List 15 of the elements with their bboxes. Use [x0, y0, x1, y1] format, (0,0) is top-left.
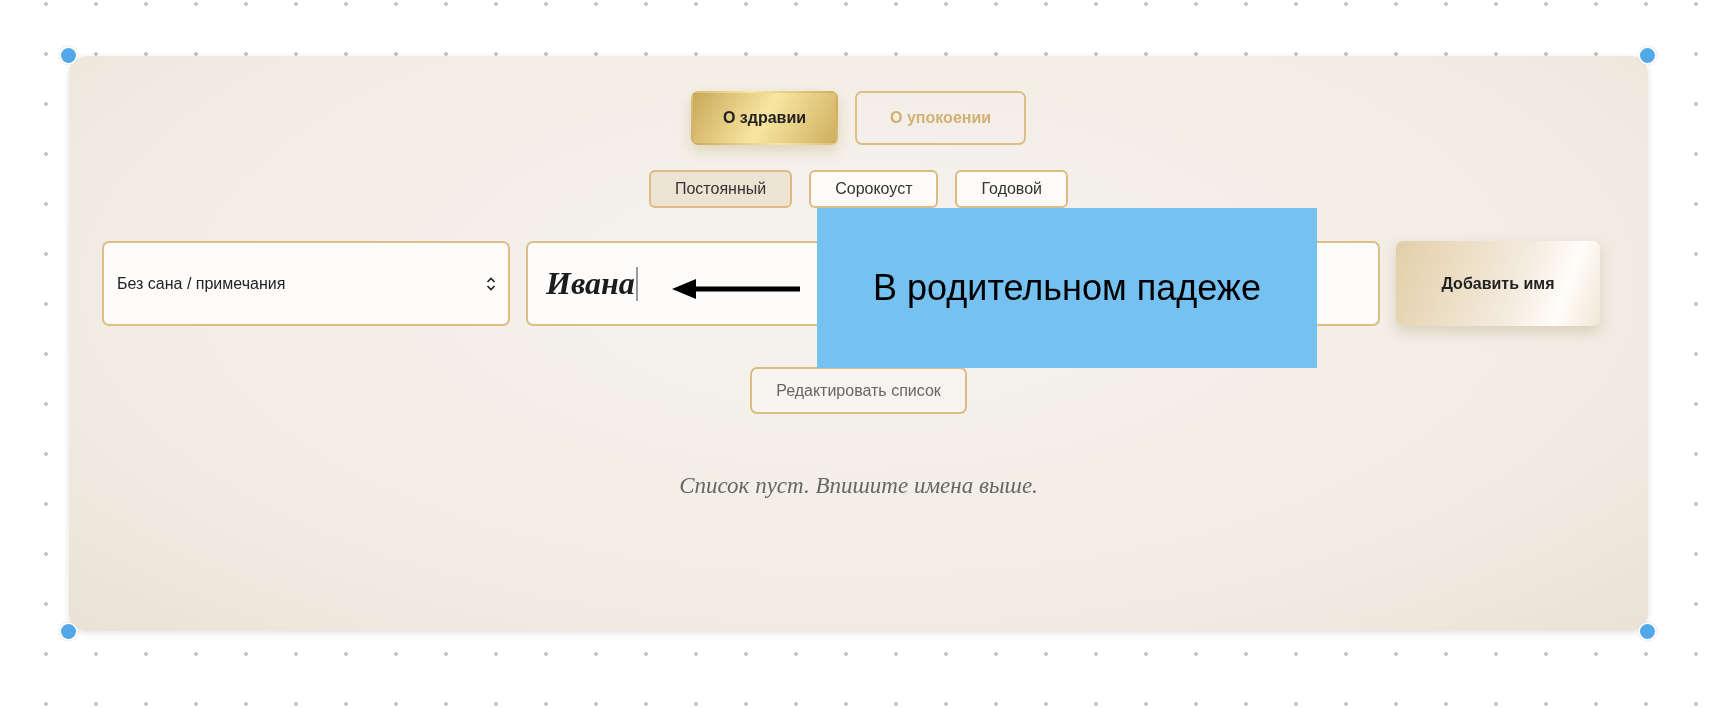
selection-handle[interactable]	[1638, 622, 1657, 641]
prayer-tab[interactable]: О здравии	[690, 91, 839, 145]
empty-list-message: Список пуст. Впишите имена выше.	[679, 473, 1038, 499]
period-tab[interactable]: Постоянный	[648, 170, 793, 208]
selection-handle[interactable]	[59, 46, 78, 65]
edit-list-button[interactable]: Редактировать список	[750, 367, 967, 414]
period-tab[interactable]: Годовой	[955, 170, 1068, 208]
callout-note: В родительном падеже	[817, 208, 1317, 368]
text-cursor	[635, 266, 638, 301]
period-tab[interactable]: Сорокоуст	[809, 170, 939, 208]
rank-select[interactable]: Без сана / примечания	[102, 241, 510, 326]
selection-handle[interactable]	[1638, 46, 1657, 65]
selection-handle[interactable]	[59, 622, 78, 641]
add-name-button[interactable]: Добавить имя	[1396, 241, 1600, 326]
chevron-updown-icon	[486, 276, 496, 291]
